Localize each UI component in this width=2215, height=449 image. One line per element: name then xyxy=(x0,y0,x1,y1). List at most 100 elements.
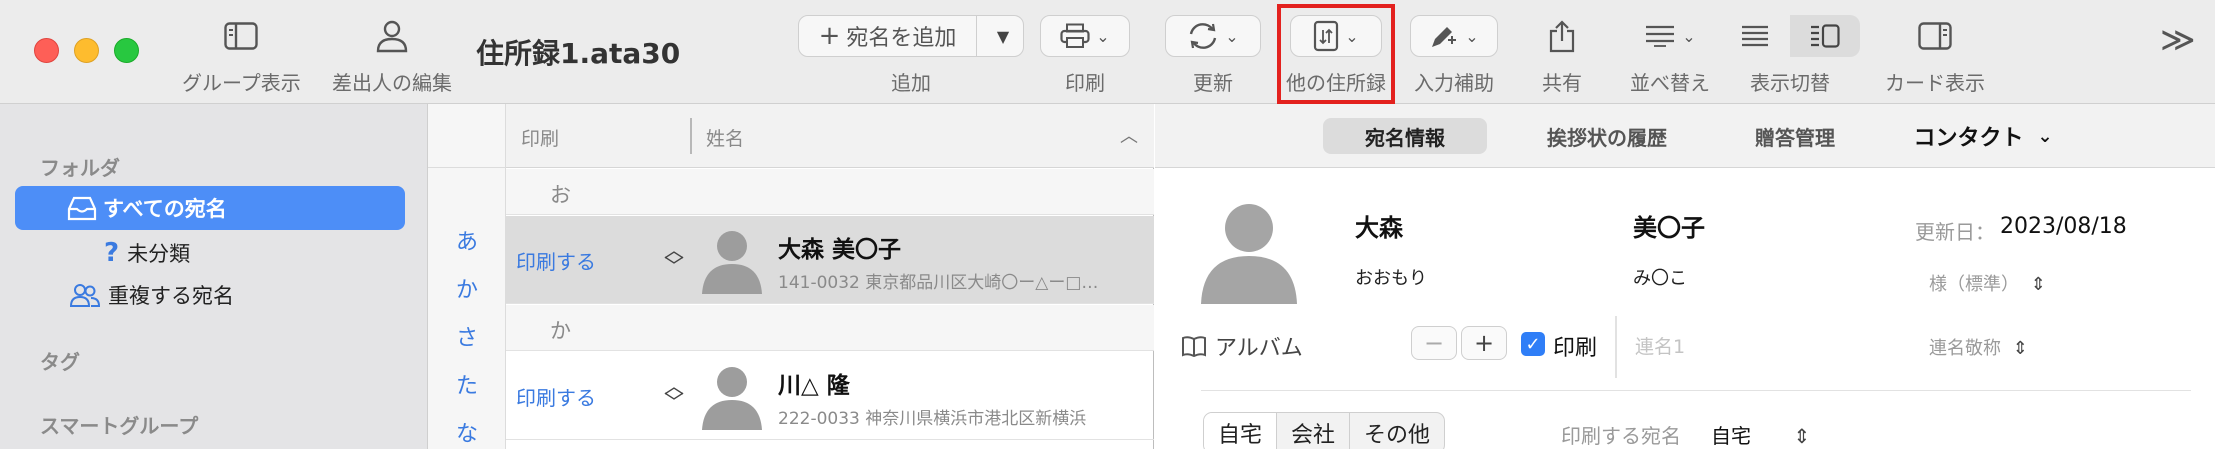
first-name-kana-field[interactable]: み〇こ xyxy=(1633,264,1687,290)
index-sa[interactable]: さ xyxy=(428,320,506,352)
album-button[interactable]: アルバム xyxy=(1181,330,1303,362)
address-type-segment: 自宅 会社 その他 xyxy=(1203,412,1446,449)
contact-name: 川△ 隆 xyxy=(778,373,850,399)
sidebar-item-all-addresses[interactable]: すべての宛名 xyxy=(15,186,405,230)
print-address-label: 印刷する宛名 xyxy=(1561,424,1681,448)
tab-home[interactable]: 自宅 xyxy=(1204,413,1278,449)
person-icon xyxy=(376,20,408,53)
add-address-button[interactable]: + 宛名を追加 xyxy=(799,16,977,56)
index-a[interactable]: あ xyxy=(428,224,506,256)
sort-button[interactable]: ⌄ 並べ替え xyxy=(1626,0,1714,104)
update-button[interactable]: ⌄ 更新 xyxy=(1165,0,1261,104)
detail-panel: 宛名情報 挨拶状の履歴 贈答管理 コンタクト ⌄ 大森 美〇子 おおもり み〇こ… xyxy=(1155,104,2215,449)
window-title: 住所録1.ata30 xyxy=(476,37,681,70)
contact-address: 222-0033 神奈川県横浜市港北区新横浜 xyxy=(778,409,1087,429)
share-button[interactable]: 共有 xyxy=(1540,0,1584,104)
sync-icon xyxy=(1190,23,1217,49)
print-button[interactable]: ⌄ 印刷 xyxy=(1040,0,1130,104)
sort-lines-icon xyxy=(1646,25,1675,47)
sidebar-item-uncategorized[interactable]: ? 未分類 xyxy=(104,238,190,268)
avatar xyxy=(702,367,762,430)
print-checkbox-label: 印刷 xyxy=(1553,336,1598,361)
card-view-icon xyxy=(1918,22,1952,50)
section-header: お xyxy=(506,169,1154,215)
updated-date-value: 2023/08/18 xyxy=(2000,214,2127,239)
tag-header: タグ xyxy=(40,350,80,374)
add-dropdown-button[interactable]: ▼ xyxy=(983,27,1023,46)
contact-address: 141-0032 東京都品川区大崎〇ー△ー□… xyxy=(778,273,1099,293)
sidebar-item-label: すべての宛名 xyxy=(103,197,227,221)
list-icon xyxy=(1742,25,1768,47)
split-view-icon xyxy=(1811,24,1840,48)
tab-contact[interactable]: コンタクト ⌄ xyxy=(1883,118,2083,154)
print-status[interactable]: 印刷する xyxy=(516,246,596,275)
sender-edit-button[interactable]: 差出人の編集 xyxy=(332,0,452,104)
tab-gift-management[interactable]: 贈答管理 xyxy=(1715,118,1875,154)
tab-other[interactable]: その他 xyxy=(1350,413,1444,449)
address-list: 印刷 姓名 ︿ お 印刷する ︿ ﹀ 大森 美〇子 141-0032 東京都品川区… xyxy=(506,104,1154,449)
index-ta[interactable]: た xyxy=(428,368,506,400)
index-ka[interactable]: か xyxy=(428,272,506,304)
tab-contact-label: コンタクト xyxy=(1913,126,2024,151)
chevron-down-icon: ⌄ xyxy=(1465,26,1479,46)
list-view-button[interactable] xyxy=(1720,15,1790,57)
tab-greeting-history[interactable]: 挨拶状の履歴 xyxy=(1515,118,1699,154)
column-header-print[interactable]: 印刷 xyxy=(521,124,559,151)
kana-index: あ か さ た な xyxy=(428,104,506,449)
input-assist-button[interactable]: ⌄ 入力補助 xyxy=(1410,0,1498,104)
increase-button[interactable]: + xyxy=(1461,326,1507,360)
tab-company[interactable]: 会社 xyxy=(1277,413,1351,449)
chevron-down-icon: ⌄ xyxy=(1096,26,1110,46)
print-checkbox[interactable]: ✓ xyxy=(1521,332,1545,356)
joint-name-field[interactable]: 連名1 xyxy=(1635,332,1685,359)
contact-photo xyxy=(1201,204,1297,304)
column-divider[interactable] xyxy=(690,118,692,154)
table-row[interactable]: 印刷する ︿ ﹀ 川△ 隆 222-0033 神奈川県横浜市港北区新横浜 xyxy=(506,352,1154,440)
print-address-select[interactable]: 自宅 ⇕ xyxy=(1711,420,1810,449)
input-assist-label: 入力補助 xyxy=(1414,71,1494,95)
section-label: か xyxy=(550,319,571,343)
up-down-chevron-icon: ⇕ xyxy=(2030,274,2046,295)
group-view-button[interactable]: グループ表示 xyxy=(182,0,301,104)
last-name-kana-field[interactable]: おおもり xyxy=(1355,264,1427,290)
group-view-label: グループ表示 xyxy=(182,71,301,95)
joint-honorific-label: 連名敬称 xyxy=(1929,338,2001,359)
first-name-field[interactable]: 美〇子 xyxy=(1633,208,1705,243)
add-group: + 宛名を追加 ▼ 追加 xyxy=(798,0,1024,104)
section-label: お xyxy=(550,183,571,207)
split-view-button[interactable] xyxy=(1790,15,1860,57)
up-down-chevron-icon: ⇕ xyxy=(1793,424,1811,448)
toolbar-overflow-icon[interactable]: ≫ xyxy=(2160,20,2196,60)
table-row[interactable]: 印刷する ︿ ﹀ 大森 美〇子 141-0032 東京都品川区大崎〇ー△ー□… xyxy=(506,216,1154,304)
sidebar-item-duplicates[interactable]: 重複する宛名 xyxy=(70,280,234,310)
list-header: 印刷 姓名 ︿ xyxy=(506,104,1154,168)
sidebar-icon xyxy=(224,22,259,50)
sidebar-item-label: 重複する宛名 xyxy=(108,284,234,308)
decrease-button[interactable]: − xyxy=(1411,326,1457,360)
column-header-name[interactable]: 姓名 xyxy=(706,124,744,151)
up-down-chevron-icon[interactable]: ︿ ﹀ xyxy=(664,376,684,412)
joint-honorific-select[interactable]: 連名敬称 ⇕ xyxy=(1929,334,2028,360)
tab-address-info[interactable]: 宛名情報 xyxy=(1323,118,1487,154)
up-down-chevron-icon[interactable]: ︿ ﹀ xyxy=(664,240,684,276)
print-label: 印刷 xyxy=(1065,71,1105,95)
folder-header: フォルダ xyxy=(40,156,120,180)
add-label: 追加 xyxy=(891,71,931,95)
minimize-window-button[interactable] xyxy=(74,38,99,63)
last-name-field[interactable]: 大森 xyxy=(1355,208,1403,243)
smart-group-header: スマートグループ xyxy=(40,414,199,438)
close-window-button[interactable] xyxy=(34,38,59,63)
sort-label: 並べ替え xyxy=(1630,71,1710,95)
print-status[interactable]: 印刷する xyxy=(516,382,596,411)
share-label: 共有 xyxy=(1542,71,1582,95)
updated-date-label: 更新日： xyxy=(1915,220,1995,244)
chevron-up-icon[interactable]: ︿ xyxy=(1120,122,1138,148)
zoom-window-button[interactable] xyxy=(114,38,139,63)
plus-icon: + xyxy=(818,21,841,51)
sidebar: フォルダ すべての宛名 ? 未分類 重複する宛名 タグ スマートグループ xyxy=(0,104,428,449)
inbox-tray-icon xyxy=(67,196,97,221)
index-na[interactable]: な xyxy=(428,416,506,448)
card-view-button[interactable]: カード表示 xyxy=(1880,0,1990,104)
honorific-select[interactable]: 様（標準） ⇕ xyxy=(1929,270,2046,296)
people-icon xyxy=(70,284,100,307)
